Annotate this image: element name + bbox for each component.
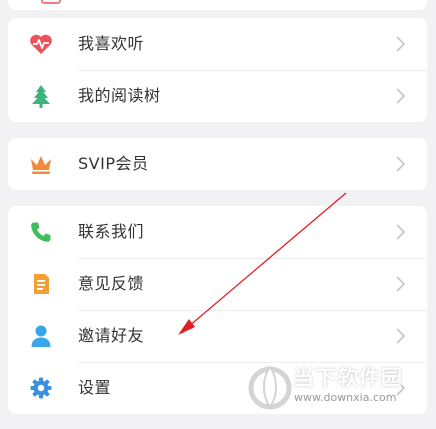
chevron-right-icon <box>396 224 405 240</box>
phone-icon <box>28 220 54 244</box>
menu-item-label: 设置 <box>78 378 112 397</box>
menu-item-contact-us[interactable]: 联系我们 <box>8 206 427 258</box>
note-icon <box>28 272 54 296</box>
menu-item-label: 邀请好友 <box>78 326 145 345</box>
menu-item-label: SVIP会员 <box>78 154 149 173</box>
heart-pulse-icon <box>28 32 54 56</box>
partial-item-icon <box>41 0 61 4</box>
menu-item-label: 意见反馈 <box>78 274 145 293</box>
chevron-right-icon <box>396 36 405 52</box>
person-icon <box>28 324 54 348</box>
menu-item-reading-tree[interactable]: 我的阅读树 <box>8 70 427 122</box>
menu-item-label: 我喜欢听 <box>78 34 145 53</box>
watermark: 当下软件园 www.downxia.com <box>248 360 428 412</box>
menu-card-2: SVIP会员 <box>8 138 427 190</box>
menu-item-favorites[interactable]: 我喜欢听 <box>8 18 427 70</box>
gear-icon <box>28 376 54 400</box>
watermark-title: 当下软件园 <box>293 366 403 390</box>
watermark-url: www.downxia.com <box>294 391 397 404</box>
tree-icon <box>28 84 54 108</box>
menu-item-label: 联系我们 <box>78 222 145 241</box>
chevron-right-icon <box>396 156 405 172</box>
chevron-right-icon <box>396 276 405 292</box>
chevron-right-icon <box>396 328 405 344</box>
menu-item-invite-friends[interactable]: 邀请好友 <box>8 310 427 362</box>
menu-item-svip[interactable]: SVIP会员 <box>8 138 427 190</box>
watermark-logo-icon <box>248 365 292 410</box>
crown-icon <box>28 152 54 176</box>
menu-item-feedback[interactable]: 意见反馈 <box>8 258 427 310</box>
chevron-right-icon <box>396 88 405 104</box>
menu-item-label: 我的阅读树 <box>78 86 161 105</box>
menu-card-1: 我喜欢听 我的阅读树 <box>8 18 427 122</box>
menu-card-top <box>8 0 427 10</box>
